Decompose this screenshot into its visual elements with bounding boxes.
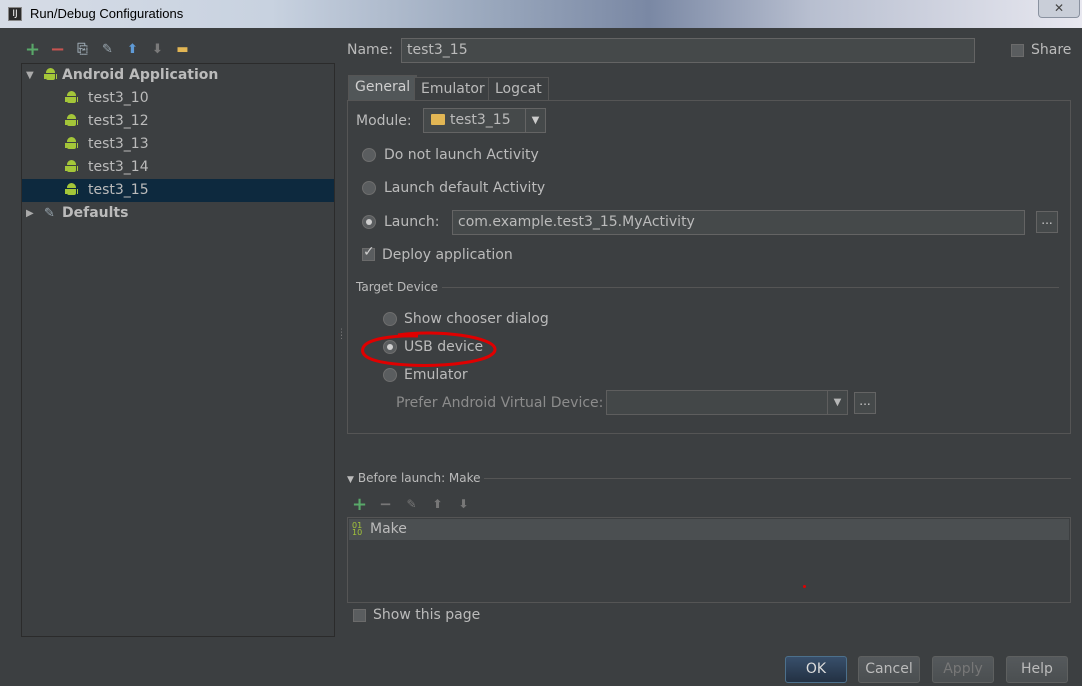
radio-emulator[interactable] xyxy=(383,368,397,382)
radio-do-not-launch[interactable] xyxy=(362,148,376,162)
tree-group-label: Defaults xyxy=(62,205,129,221)
tab-emulator[interactable]: Emulator xyxy=(414,77,492,101)
deploy-label: Deploy application xyxy=(382,247,513,263)
add-config-button[interactable]: + xyxy=(24,40,41,58)
share-label: Share xyxy=(1031,42,1072,58)
before-launch-header[interactable]: ▼ Before launch: Make xyxy=(347,471,481,485)
radio-launch[interactable] xyxy=(362,215,376,229)
config-tree[interactable]: ▼ Android Application test3_10 test3_12 … xyxy=(21,63,335,637)
activity-input[interactable]: com.example.test3_15.MyActivity xyxy=(452,210,1025,235)
show-page-checkbox[interactable] xyxy=(353,609,366,622)
before-launch-item-label: Make xyxy=(370,521,407,537)
splitter-handle[interactable]: ⋮ ⋮ xyxy=(337,329,346,341)
app-icon: IJ xyxy=(8,7,22,21)
tree-item[interactable]: test3_13 xyxy=(22,133,334,156)
show-chooser-label: Show chooser dialog xyxy=(404,311,549,327)
target-device-section-label: Target Device xyxy=(356,280,438,294)
tab-logcat[interactable]: Logcat xyxy=(488,77,549,101)
tree-item-label: test3_13 xyxy=(88,136,149,152)
tree-item[interactable]: test3_10 xyxy=(22,87,334,110)
expand-arrow-icon[interactable]: ▼ xyxy=(26,64,34,87)
emulator-label: Emulator xyxy=(404,367,468,383)
help-button[interactable]: Help xyxy=(1006,656,1068,683)
tab-general[interactable]: General xyxy=(348,75,418,100)
do-not-launch-label: Do not launch Activity xyxy=(384,147,539,163)
before-launch-toolbar: + − ✎ ⬆ ⬇ xyxy=(351,496,472,514)
tree-item-label: test3_14 xyxy=(88,159,149,175)
radio-launch-default[interactable] xyxy=(362,181,376,195)
avd-label: Prefer Android Virtual Device: xyxy=(396,395,604,411)
collapse-arrow-icon[interactable]: ▼ xyxy=(347,475,354,485)
android-icon xyxy=(65,160,78,174)
edit-task-icon[interactable]: ✎ xyxy=(403,496,420,513)
make-icon: 01 10 xyxy=(352,521,363,537)
avd-select[interactable]: ▼ xyxy=(606,390,848,415)
before-launch-title: Before launch: Make xyxy=(357,471,481,485)
annotation-dot xyxy=(803,585,806,588)
add-task-button[interactable]: + xyxy=(351,496,368,514)
module-value: test3_15 xyxy=(450,112,511,128)
config-toolbar: + − ⎘ ✎ ⬆ ⬇ ▬ xyxy=(24,40,191,58)
show-page-label: Show this page xyxy=(373,607,481,623)
radio-usb-device[interactable] xyxy=(383,340,397,354)
launch-label: Launch: xyxy=(384,214,440,230)
tree-item[interactable]: test3_12 xyxy=(22,110,334,133)
before-launch-list[interactable]: 01 10 Make xyxy=(347,517,1071,603)
collapse-arrow-icon[interactable]: ▶ xyxy=(26,202,34,225)
apply-button[interactable]: Apply xyxy=(932,656,994,683)
tree-group-android-application[interactable]: ▼ Android Application xyxy=(22,64,334,87)
before-launch-item[interactable]: 01 10 Make xyxy=(349,519,1069,540)
move-down-icon[interactable]: ⬇ xyxy=(149,41,166,58)
android-icon xyxy=(44,68,57,82)
title-bar: IJ Run/Debug Configurations ✕ xyxy=(0,0,1082,28)
tree-item-selected[interactable]: test3_15 xyxy=(22,179,334,202)
radio-show-chooser[interactable] xyxy=(383,312,397,326)
usb-device-label: USB device xyxy=(404,339,484,355)
android-icon xyxy=(65,91,78,105)
tree-item[interactable]: test3_14 xyxy=(22,156,334,179)
close-button[interactable]: ✕ xyxy=(1038,0,1080,18)
launch-default-label: Launch default Activity xyxy=(384,180,546,196)
chevron-down-icon[interactable]: ▼ xyxy=(525,109,545,132)
module-folder-icon xyxy=(431,114,445,125)
cancel-button[interactable]: Cancel xyxy=(858,656,920,683)
module-select[interactable]: test3_15 ▼ xyxy=(423,108,546,133)
avd-browse-button[interactable]: ... xyxy=(854,392,876,414)
activity-browse-button[interactable]: ... xyxy=(1036,211,1058,233)
move-up-icon[interactable]: ⬆ xyxy=(124,41,141,58)
tree-item-label: test3_10 xyxy=(88,90,149,106)
module-label: Module: xyxy=(356,113,412,129)
copy-config-icon[interactable]: ⎘ xyxy=(74,41,91,58)
tree-item-label: test3_15 xyxy=(88,182,149,198)
window-title: Run/Debug Configurations xyxy=(30,6,184,21)
android-icon xyxy=(65,137,78,151)
android-icon xyxy=(65,183,78,197)
section-divider xyxy=(484,478,1071,479)
ok-button[interactable]: OK xyxy=(785,656,847,683)
folder-icon[interactable]: ▬ xyxy=(174,41,191,58)
tree-group-defaults[interactable]: ▶ ✎ Defaults xyxy=(22,202,334,225)
deploy-checkbox[interactable] xyxy=(362,244,375,261)
move-task-down-icon[interactable]: ⬇ xyxy=(455,496,472,513)
edit-defaults-icon[interactable]: ✎ xyxy=(99,41,116,58)
tree-item-label: test3_12 xyxy=(88,113,149,129)
android-icon xyxy=(65,114,78,128)
name-input[interactable]: test3_15 xyxy=(401,38,975,63)
remove-task-button[interactable]: − xyxy=(377,496,394,513)
name-label: Name: xyxy=(347,42,394,58)
move-task-up-icon[interactable]: ⬆ xyxy=(429,496,446,513)
chevron-down-icon[interactable]: ▼ xyxy=(827,391,847,414)
share-checkbox[interactable] xyxy=(1011,44,1024,57)
tree-group-label: Android Application xyxy=(62,67,219,83)
wrench-icon: ✎ xyxy=(44,206,55,221)
section-divider xyxy=(442,287,1059,288)
remove-config-button[interactable]: − xyxy=(49,40,66,58)
